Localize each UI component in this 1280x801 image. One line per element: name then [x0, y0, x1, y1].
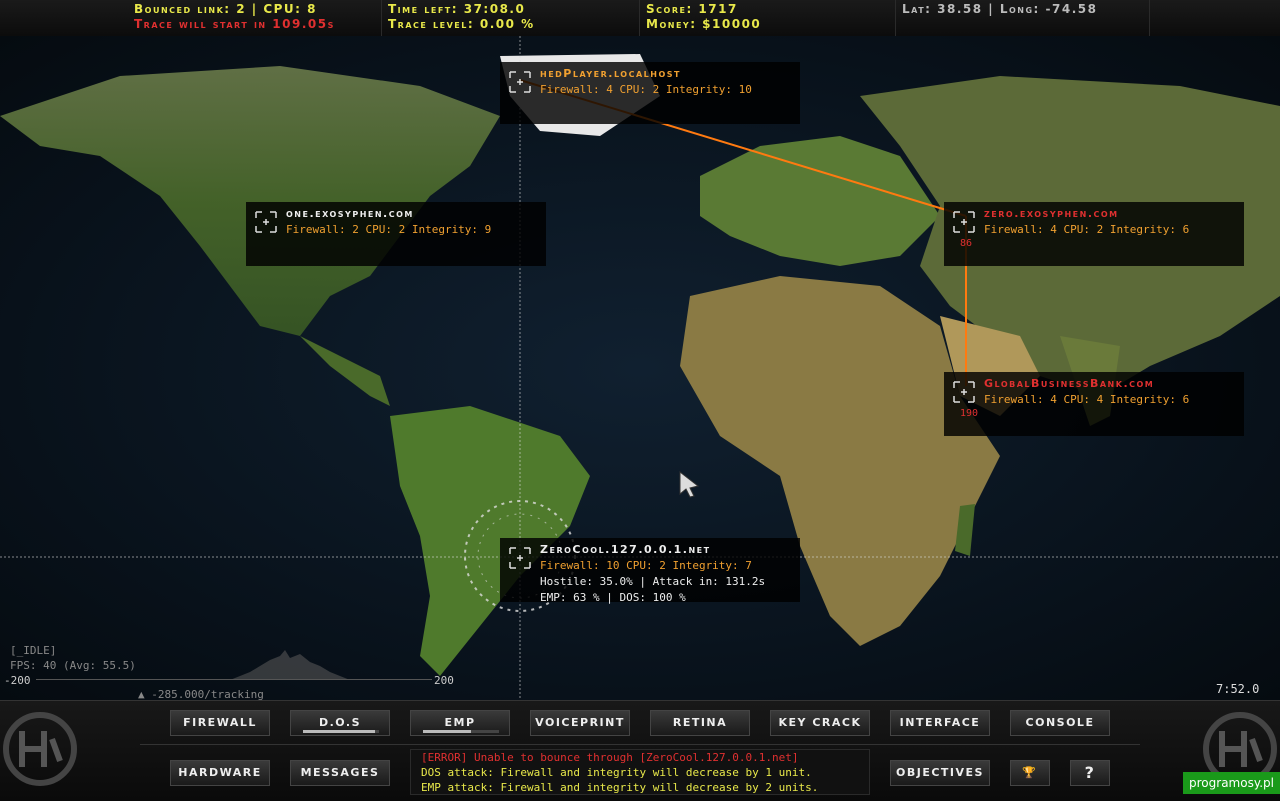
trace-level-text: Trace level: 0.00 %: [388, 17, 535, 31]
message-console: [ERROR] Unable to bounce through [ZeroCo…: [410, 749, 870, 795]
node-zerocool[interactable]: ZeroCool.127.0.0.1.net Firewall: 10 CPU:…: [500, 538, 800, 604]
bounce-status: Bounced link: 2 | CPU: 8 Trace will star…: [128, 0, 382, 36]
crosshair-icon: [509, 547, 531, 569]
node-emp-dos: EMP: 63 % | DOS: 100 %: [540, 591, 686, 604]
top-status-bar: Bounced link: 2 | CPU: 8 Trace will star…: [0, 0, 1280, 37]
coords-text: Lat: 38.58 | Long: -74.58: [902, 2, 1098, 16]
game-clock: 7:52.0: [1216, 682, 1260, 696]
node-stats: Firewall: 10 CPU: 2 Integrity: 7: [540, 559, 752, 572]
watermark: programosy.pl: [1183, 772, 1280, 794]
node-damage: 86: [960, 238, 973, 249]
node-stats: Firewall: 4 CPU: 2 Integrity: 6: [984, 223, 1190, 236]
node-name: ZeroCool.127.0.0.1.net: [540, 543, 711, 556]
console-line-dos: DOS attack: Firewall and integrity will …: [421, 766, 812, 779]
help-icon: ?: [1084, 763, 1096, 782]
voiceprint-button[interactable]: VOICEPRINT: [530, 710, 630, 736]
mouse-cursor-icon: [679, 470, 700, 498]
messages-button[interactable]: MESSAGES: [290, 760, 390, 786]
tracking-value: -285.000/tracking: [151, 688, 264, 700]
trace-start-text: Trace will start in 109.05s: [134, 17, 335, 31]
node-hostile: Hostile: 35.0% | Attack in: 131.2s: [540, 575, 766, 588]
node-hedplayer[interactable]: hedPlayer.localhost Firewall: 4 CPU: 2 I…: [500, 62, 800, 124]
score-status: Score: 1717 Money: $10000: [640, 0, 896, 36]
hacker-logo-icon: [3, 712, 77, 786]
retina-button[interactable]: RETINA: [650, 710, 750, 736]
dos-button[interactable]: D.O.S: [290, 710, 390, 736]
tracking-label: ▲ -285.000/tracking: [138, 688, 264, 700]
node-globalbusinessbank[interactable]: GlobalBusinessBank.com Firewall: 4 CPU: …: [944, 372, 1244, 436]
node-name: one.exosyphen.com: [286, 207, 414, 220]
emp-progress: [423, 730, 499, 733]
key-crack-button[interactable]: KEY CRACK: [770, 710, 870, 736]
bounced-link-text: Bounced link: 2 | CPU: 8: [134, 2, 317, 16]
time-status: Time left: 37:08.0 Trace level: 0.00 %: [382, 0, 640, 36]
money-text: Money: $10000: [646, 17, 762, 31]
fps-counter: FPS: 40 (Avg: 55.5): [10, 659, 136, 672]
panel-divider: [140, 744, 1140, 745]
node-name: GlobalBusinessBank.com: [984, 377, 1155, 390]
crosshair-icon: [255, 211, 277, 233]
central-america: [300, 336, 390, 406]
console-button[interactable]: CONSOLE: [1010, 710, 1110, 736]
node-zero-exosyphen[interactable]: zero.exosyphen.com Firewall: 4 CPU: 2 In…: [944, 202, 1244, 266]
node-name: hedPlayer.localhost: [540, 67, 681, 80]
interface-button[interactable]: INTERFACE: [890, 710, 990, 736]
dos-progress: [303, 730, 379, 733]
firewall-button[interactable]: FIREWALL: [170, 710, 270, 736]
console-error-line: [ERROR] Unable to bounce through [ZeroCo…: [421, 751, 799, 764]
node-stats: Firewall: 4 CPU: 2 Integrity: 10: [540, 83, 752, 96]
hardware-button[interactable]: HARDWARE: [170, 760, 270, 786]
crosshair-icon: [509, 71, 531, 93]
emp-label: EMP: [444, 716, 476, 729]
crosshair-icon: [953, 211, 975, 233]
node-name: zero.exosyphen.com: [984, 207, 1119, 220]
objectives-button[interactable]: OBJECTIVES: [890, 760, 990, 786]
europe: [700, 136, 940, 266]
graph-max-label: 200: [434, 674, 454, 687]
coords-status: Lat: 38.58 | Long: -74.58: [896, 0, 1150, 36]
crosshair-icon: [953, 381, 975, 403]
fps-graph: [230, 650, 350, 680]
idle-indicator: [_IDLE]: [10, 644, 57, 657]
graph-min-label: -200: [4, 674, 31, 687]
help-button[interactable]: ?: [1070, 760, 1110, 786]
trophy-icon: 🏆: [1022, 766, 1038, 779]
node-stats: Firewall: 4 CPU: 4 Integrity: 6: [984, 393, 1190, 406]
north-america: [0, 66, 500, 336]
console-line-emp: EMP attack: Firewall and integrity will …: [421, 781, 819, 794]
node-one-exosyphen[interactable]: one.exosyphen.com Firewall: 2 CPU: 2 Int…: [246, 202, 546, 266]
node-stats: Firewall: 2 CPU: 2 Integrity: 9: [286, 223, 492, 236]
emp-button[interactable]: EMP: [410, 710, 510, 736]
score-text: Score: 1717: [646, 2, 738, 16]
node-damage: 190: [960, 408, 979, 419]
trophy-button[interactable]: 🏆: [1010, 760, 1050, 786]
dos-label: D.O.S: [318, 716, 362, 729]
time-left-text: Time left: 37:08.0: [388, 2, 526, 16]
world-map[interactable]: hedPlayer.localhost Firewall: 4 CPU: 2 I…: [0, 36, 1280, 700]
